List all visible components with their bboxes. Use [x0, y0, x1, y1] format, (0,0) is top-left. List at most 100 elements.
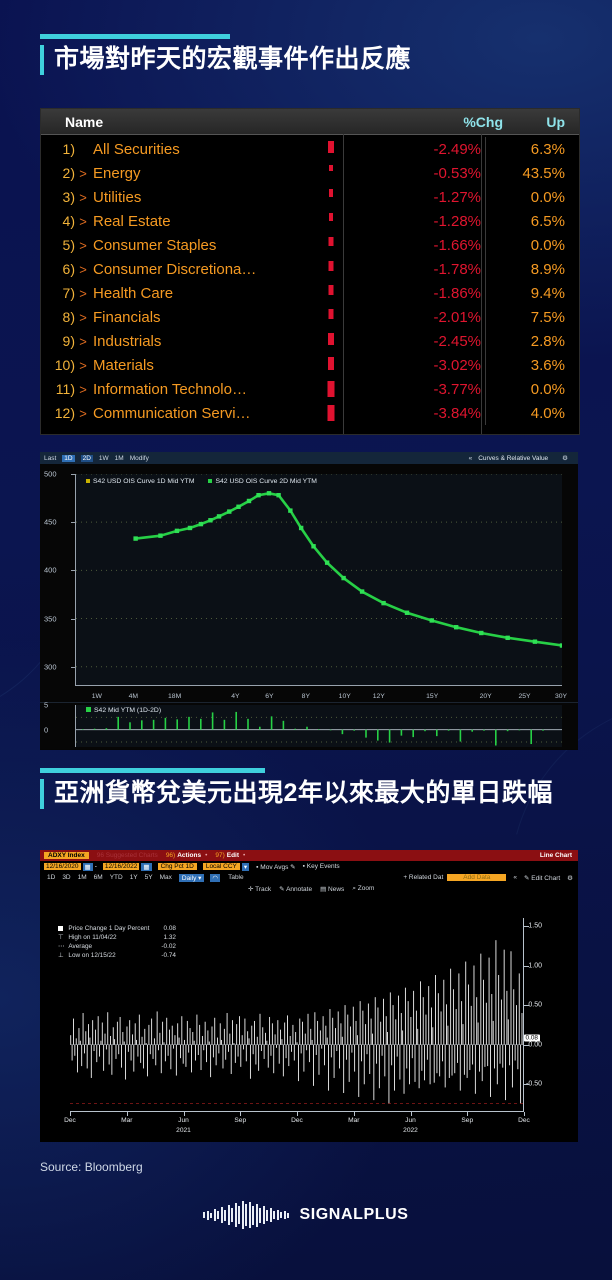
- chart-style-icon[interactable]: ◠: [210, 873, 221, 882]
- price-change-bar: [362, 1010, 364, 1045]
- zoom-label: Zoom: [357, 884, 375, 892]
- curves-x-tick: 18M: [168, 693, 182, 700]
- zoom-tool[interactable]: ⌕ Zoom: [352, 885, 374, 893]
- price-change-bar: [278, 1044, 280, 1064]
- news-label: News: [328, 885, 345, 893]
- price-change-bar: [507, 1019, 509, 1045]
- expand-caret-icon[interactable]: >: [75, 334, 91, 349]
- news-tool[interactable]: ▤ News: [320, 885, 344, 893]
- price-change-bar: [229, 1033, 231, 1045]
- price-change-bar: [495, 940, 497, 1045]
- mov-avgs-checkbox[interactable]: ▪ Mov Avgs ✎: [256, 863, 295, 871]
- edit-menu[interactable]: Edit: [227, 852, 239, 859]
- metric-selector[interactable]: Chg Pct 1D: [157, 863, 197, 870]
- ticker-field[interactable]: ADXY Index: [44, 852, 89, 859]
- expand-caret-icon[interactable]: >: [75, 238, 91, 253]
- frequency-selector[interactable]: Daily ▾: [178, 873, 205, 882]
- table-row[interactable]: 2) > Energy -0.53% 43.5%: [41, 161, 579, 185]
- heading-accent-tick: [40, 45, 44, 75]
- period-6m[interactable]: 6M: [94, 874, 103, 881]
- row-bar-cell: [311, 257, 351, 281]
- curve-point: [158, 533, 163, 538]
- table-row[interactable]: 7) > Health Care -1.86% 9.4%: [41, 281, 579, 305]
- curves-modify-button[interactable]: Modify: [130, 455, 149, 462]
- add-data-input[interactable]: Add Data: [447, 874, 507, 881]
- price-change-bar: [398, 995, 399, 1045]
- price-change-bar: [110, 1035, 111, 1045]
- date-to-field[interactable]: 12/16/2022: [102, 863, 140, 870]
- gear-icon[interactable]: ⚙: [567, 874, 573, 882]
- price-change-bar: [383, 998, 384, 1045]
- expand-caret-icon[interactable]: >: [75, 358, 91, 373]
- expand-caret-icon[interactable]: >: [75, 310, 91, 325]
- expand-caret-icon[interactable]: >: [75, 214, 91, 229]
- row-pct-change: -3.77%: [433, 380, 481, 398]
- price-change-bar: [197, 1044, 199, 1055]
- annotate-tool[interactable]: ✎ Annotate: [279, 885, 312, 893]
- curves-y-tick: 350: [44, 614, 57, 624]
- table-row[interactable]: 1) All Securities -2.49% 6.3%: [41, 137, 579, 161]
- actions-menu[interactable]: Actions: [177, 852, 201, 859]
- adxy-x-tick: Jun: [405, 1117, 416, 1124]
- currency-dropdown-icon[interactable]: ▾: [241, 862, 250, 871]
- period-ytd[interactable]: YTD: [110, 874, 123, 881]
- price-change-bar: [447, 1025, 449, 1045]
- chart-type-label[interactable]: Line Chart: [540, 852, 572, 859]
- expand-caret-icon[interactable]: >: [75, 166, 91, 181]
- curves-sub-chart: S42 Mid YTM (1D-2D) 5 0: [40, 701, 578, 749]
- curves-range-1d[interactable]: 1D: [62, 454, 75, 462]
- price-change-bar: [270, 1044, 272, 1056]
- price-change-bar: [381, 1044, 383, 1056]
- period-3d[interactable]: 3D: [62, 874, 70, 881]
- curves-range-2d[interactable]: 2D: [80, 454, 93, 462]
- price-change-bar: [85, 1031, 87, 1045]
- price-change-bar: [78, 1028, 80, 1045]
- period-1d[interactable]: 1D: [47, 874, 55, 881]
- waveform-bar: [220, 1207, 223, 1223]
- curves-range-1m[interactable]: 1M: [115, 455, 124, 462]
- suggested-charts-label[interactable]: 96 Suggested Charts: [97, 852, 158, 859]
- expand-caret-icon[interactable]: >: [75, 382, 91, 397]
- table-row[interactable]: 6) > Consumer Discretiona… -1.78% 8.9%: [41, 257, 579, 281]
- period-1m[interactable]: 1M: [78, 874, 87, 881]
- row-bar-cell: [311, 161, 351, 185]
- expand-caret-icon[interactable]: >: [75, 286, 91, 301]
- track-tool[interactable]: ✛ Track: [248, 885, 271, 893]
- table-row[interactable]: 8) > Financials -2.01% 7.5%: [41, 305, 579, 329]
- key-events-checkbox[interactable]: ▪ Key Events: [303, 863, 340, 870]
- expand-caret-icon[interactable]: >: [75, 406, 91, 421]
- date-to-picker-icon[interactable]: ▦: [141, 862, 152, 871]
- curves-collapse-icon[interactable]: «: [469, 455, 473, 462]
- table-button[interactable]: Table: [228, 874, 244, 881]
- price-change-bar: [318, 1044, 320, 1075]
- table-row[interactable]: 11) > Information Technolo… -3.77% 0.0%: [41, 377, 579, 401]
- gear-icon[interactable]: ⚙: [562, 454, 568, 462]
- price-change-bar: [138, 1014, 140, 1045]
- price-change-bar: [162, 1021, 164, 1045]
- curves-range-1w[interactable]: 1W: [99, 455, 109, 462]
- currency-selector[interactable]: Local CCY: [202, 863, 240, 870]
- column-header-chg: %Chg: [463, 113, 503, 130]
- table-row[interactable]: 9) > Industrials -2.45% 2.8%: [41, 329, 579, 353]
- row-pct-change: -1.66%: [433, 236, 481, 254]
- period-5y[interactable]: 5Y: [145, 874, 153, 881]
- date-from-field[interactable]: 12/16/2020: [44, 863, 81, 870]
- related-data-button[interactable]: + Related Dat: [403, 874, 443, 881]
- edit-chart-button[interactable]: ✎ Edit Chart: [524, 874, 560, 882]
- price-change-bar: [195, 1044, 196, 1061]
- table-row[interactable]: 3) > Utilities -1.27% 0.0%: [41, 185, 579, 209]
- table-row[interactable]: 12) > Communication Servi… -3.84% 4.0%: [41, 401, 579, 425]
- adxy-x-tick: Sep: [461, 1117, 474, 1124]
- expand-caret-icon[interactable]: >: [75, 190, 91, 205]
- period-max[interactable]: Max: [160, 874, 172, 881]
- table-row[interactable]: 10) > Materials -3.02% 3.6%: [41, 353, 579, 377]
- price-change-bar: [142, 1044, 144, 1069]
- expand-caret-icon[interactable]: >: [75, 262, 91, 277]
- table-row[interactable]: 4) > Real Estate -1.28% 6.5%: [41, 209, 579, 233]
- row-name: Utilities: [93, 188, 142, 206]
- date-from-picker-icon[interactable]: ▦: [82, 862, 93, 871]
- period-1y[interactable]: 1Y: [130, 874, 138, 881]
- price-change-bar: [400, 1013, 402, 1045]
- table-row[interactable]: 5) > Consumer Staples -1.66% 0.0%: [41, 233, 579, 257]
- collapse-icon[interactable]: «: [513, 874, 517, 881]
